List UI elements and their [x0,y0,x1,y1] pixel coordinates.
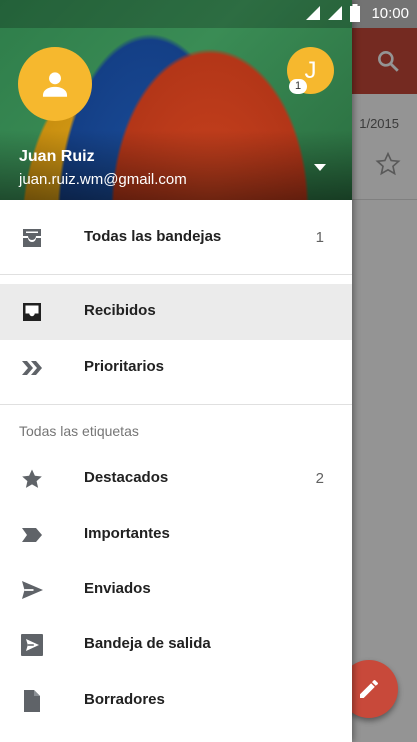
all-inboxes-icon [23,229,41,247]
status-bar: 10:00 [0,0,417,28]
nav-item-outbox[interactable]: Bandeja de salida [0,617,352,673]
send-icon [22,581,43,599]
outbox-icon [21,634,43,656]
person-icon [42,72,68,97]
nav-label: Recibidos [84,302,156,319]
nav-item-sent[interactable]: Enviados [0,562,352,618]
section-header: Todas las etiquetas [19,423,139,439]
nav-item-drafts[interactable]: Borradores [0,673,352,729]
pencil-icon [360,680,378,698]
nav-item-starred[interactable]: Destacados 2 [0,451,352,507]
account-avatar[interactable] [18,47,92,121]
nav-label: Bandeja de salida [84,635,211,652]
nav-count: 2 [315,470,324,487]
nav-label: Enviados [84,580,151,597]
star-icon [22,469,42,488]
clock: 10:00 [371,4,409,22]
priority-icon [22,361,42,375]
nav-item-inbox[interactable]: Recibidos [0,284,352,340]
divider [0,274,352,275]
navigation-drawer: J 1 Juan Ruiz juan.ruiz.wm@gmail.com Tod… [0,0,352,742]
nav-label: Destacados [84,469,169,486]
secondary-avatar-initial: J [304,56,317,84]
signal-icon [306,6,321,20]
dropdown-arrow-icon[interactable] [310,160,330,174]
account-email: juan.ruiz.wm@gmail.com [19,171,187,188]
nav-item-important[interactable]: Importantes [0,507,352,563]
battery-icon [350,4,361,22]
nav-count: 1 [315,229,324,246]
important-icon [22,528,42,542]
nav-item-priority[interactable]: Prioritarios [0,340,352,396]
draft-icon [24,690,40,712]
divider [0,404,352,405]
account-name: Juan Ruiz [19,148,95,165]
account-header: J 1 Juan Ruiz juan.ruiz.wm@gmail.com [0,0,352,200]
inbox-icon [23,303,41,321]
nav-item-all-inboxes[interactable]: Todas las bandejas 1 [0,210,352,266]
nav-label: Todas las bandejas [84,228,222,245]
nav-label: Borradores [84,691,165,708]
secondary-account-avatar[interactable]: J 1 [287,47,334,94]
nav-label: Prioritarios [84,358,165,375]
nav-label: Importantes [84,525,170,542]
signal-icon [328,6,343,20]
secondary-avatar-badge: 1 [289,79,307,94]
